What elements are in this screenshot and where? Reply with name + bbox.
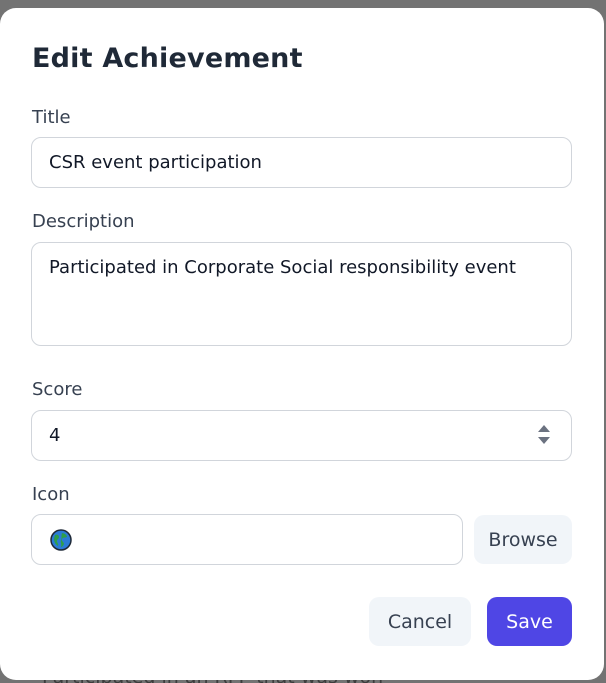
score-input-value: 4	[49, 425, 61, 446]
globe-icon	[50, 529, 72, 551]
cancel-button[interactable]: Cancel	[369, 597, 471, 646]
description-textarea[interactable]: Participated in Corporate Social respons…	[31, 242, 572, 346]
dialog-title: Edit Achievement	[32, 43, 303, 74]
icon-input[interactable]	[31, 514, 463, 565]
title-label: Title	[32, 107, 71, 128]
stepper-down-icon[interactable]	[538, 437, 550, 444]
description-label: Description	[32, 211, 135, 232]
description-textarea-value: Participated in Corporate Social respons…	[49, 257, 516, 278]
stepper-up-icon[interactable]	[538, 425, 550, 432]
save-button[interactable]: Save	[487, 597, 572, 646]
edit-achievement-dialog: Edit Achievement Title CSR event partici…	[0, 8, 604, 680]
score-input[interactable]: 4	[31, 410, 572, 461]
browse-button[interactable]: Browse	[474, 515, 572, 564]
score-stepper[interactable]	[537, 425, 551, 447]
title-input[interactable]: CSR event participation	[31, 137, 572, 188]
title-input-value: CSR event participation	[49, 152, 262, 173]
score-label: Score	[32, 379, 83, 400]
icon-label: Icon	[32, 484, 70, 505]
